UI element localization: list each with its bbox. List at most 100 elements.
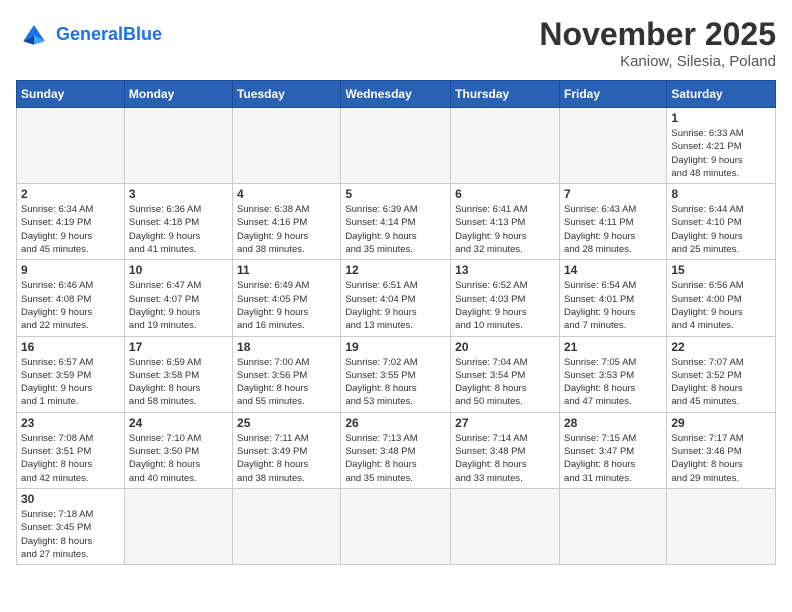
calendar-day-cell: 26 Sunrise: 7:13 AM Sunset: 3:48 PM Dayli… <box>341 412 451 488</box>
calendar-day-cell: 18Sunrise: 7:00 AM Sunset: 3:56 PM Dayli… <box>233 336 341 412</box>
weekday-header: Tuesday <box>233 81 341 108</box>
calendar-day-cell: 27 Sunrise: 7:14 AM Sunset: 3:48 PM Dayli… <box>451 412 560 488</box>
calendar-header-row: SundayMondayTuesdayWednesdayThursdayFrid… <box>17 81 776 108</box>
day-number: 20 <box>455 340 555 354</box>
logo-text: GeneralBlue <box>56 25 162 43</box>
calendar-day-cell <box>451 488 560 564</box>
day-number: 9 <box>21 263 120 277</box>
day-info: Sunrise: 7:07 AM Sunset: 3:52 PM Dayligh… <box>671 356 771 409</box>
calendar-day-cell: 29 Sunrise: 7:17 AM Sunset: 3:46 PM Dayli… <box>667 412 776 488</box>
day-number: 25 <box>237 416 336 430</box>
calendar-week-row: 16 Sunrise: 6:57 AM Sunset: 3:59 PM Dayli… <box>17 336 776 412</box>
calendar-day-cell: 21 Sunrise: 7:05 AM Sunset: 3:53 PM Dayli… <box>559 336 666 412</box>
day-info: Sunrise: 6:36 AM Sunset: 4:18 PM Dayligh… <box>129 203 228 256</box>
day-number: 21 <box>564 340 662 354</box>
calendar-day-cell: 8Sunrise: 6:44 AM Sunset: 4:10 PM Daylig… <box>667 184 776 260</box>
day-info: Sunrise: 6:39 AM Sunset: 4:14 PM Dayligh… <box>345 203 446 256</box>
day-number: 5 <box>345 187 446 201</box>
day-info: Sunrise: 7:00 AM Sunset: 3:56 PM Dayligh… <box>237 356 336 409</box>
location: Kaniow, Silesia, Poland <box>539 53 776 70</box>
day-info: Sunrise: 7:17 AM Sunset: 3:46 PM Dayligh… <box>671 432 771 485</box>
calendar-day-cell: 11 Sunrise: 6:49 AM Sunset: 4:05 PM Dayli… <box>233 260 341 336</box>
day-info: Sunrise: 6:52 AM Sunset: 4:03 PM Dayligh… <box>455 279 555 332</box>
weekday-header: Saturday <box>667 81 776 108</box>
day-info: Sunrise: 7:08 AM Sunset: 3:51 PM Dayligh… <box>21 432 120 485</box>
calendar-day-cell: 12 Sunrise: 6:51 AM Sunset: 4:04 PM Dayli… <box>341 260 451 336</box>
calendar-week-row: 23Sunrise: 7:08 AM Sunset: 3:51 PM Dayli… <box>17 412 776 488</box>
calendar-table: SundayMondayTuesdayWednesdayThursdayFrid… <box>16 80 776 565</box>
weekday-header: Sunday <box>17 81 125 108</box>
calendar-day-cell: 10Sunrise: 6:47 AM Sunset: 4:07 PM Dayli… <box>124 260 232 336</box>
calendar-day-cell: 30 Sunrise: 7:18 AM Sunset: 3:45 PM Dayli… <box>17 488 125 564</box>
day-number: 19 <box>345 340 446 354</box>
calendar-day-cell: 7 Sunrise: 6:43 AM Sunset: 4:11 PM Daylig… <box>559 184 666 260</box>
calendar-day-cell <box>667 488 776 564</box>
calendar-day-cell: 5 Sunrise: 6:39 AM Sunset: 4:14 PM Daylig… <box>341 184 451 260</box>
day-number: 29 <box>671 416 771 430</box>
day-number: 30 <box>21 492 120 506</box>
day-info: Sunrise: 6:49 AM Sunset: 4:05 PM Dayligh… <box>237 279 336 332</box>
day-number: 1 <box>671 111 771 125</box>
day-info: Sunrise: 6:43 AM Sunset: 4:11 PM Dayligh… <box>564 203 662 256</box>
calendar-day-cell: 13Sunrise: 6:52 AM Sunset: 4:03 PM Dayli… <box>451 260 560 336</box>
day-info: Sunrise: 7:04 AM Sunset: 3:54 PM Dayligh… <box>455 356 555 409</box>
day-info: Sunrise: 6:54 AM Sunset: 4:01 PM Dayligh… <box>564 279 662 332</box>
day-info: Sunrise: 6:44 AM Sunset: 4:10 PM Dayligh… <box>671 203 771 256</box>
calendar-day-cell: 16 Sunrise: 6:57 AM Sunset: 3:59 PM Dayli… <box>17 336 125 412</box>
calendar-day-cell: 23Sunrise: 7:08 AM Sunset: 3:51 PM Dayli… <box>17 412 125 488</box>
day-number: 2 <box>21 187 120 201</box>
day-number: 16 <box>21 340 120 354</box>
day-info: Sunrise: 6:59 AM Sunset: 3:58 PM Dayligh… <box>129 356 228 409</box>
calendar-day-cell <box>559 488 666 564</box>
day-number: 24 <box>129 416 228 430</box>
day-info: Sunrise: 7:14 AM Sunset: 3:48 PM Dayligh… <box>455 432 555 485</box>
day-info: Sunrise: 6:47 AM Sunset: 4:07 PM Dayligh… <box>129 279 228 332</box>
day-number: 11 <box>237 263 336 277</box>
calendar-day-cell <box>451 108 560 184</box>
calendar-day-cell: 4 Sunrise: 6:38 AM Sunset: 4:16 PM Daylig… <box>233 184 341 260</box>
calendar-day-cell <box>559 108 666 184</box>
weekday-header: Friday <box>559 81 666 108</box>
calendar-day-cell <box>124 108 232 184</box>
day-number: 26 <box>345 416 446 430</box>
calendar-day-cell: 17 Sunrise: 6:59 AM Sunset: 3:58 PM Dayli… <box>124 336 232 412</box>
day-info: Sunrise: 6:33 AM Sunset: 4:21 PM Dayligh… <box>671 127 771 180</box>
calendar-day-cell: 22Sunrise: 7:07 AM Sunset: 3:52 PM Dayli… <box>667 336 776 412</box>
weekday-header: Thursday <box>451 81 560 108</box>
calendar-day-cell: 20 Sunrise: 7:04 AM Sunset: 3:54 PM Dayli… <box>451 336 560 412</box>
calendar-week-row: 2 Sunrise: 6:34 AM Sunset: 4:19 PM Daylig… <box>17 184 776 260</box>
logo-blue: Blue <box>123 24 162 44</box>
day-info: Sunrise: 6:41 AM Sunset: 4:13 PM Dayligh… <box>455 203 555 256</box>
day-number: 12 <box>345 263 446 277</box>
day-info: Sunrise: 6:51 AM Sunset: 4:04 PM Dayligh… <box>345 279 446 332</box>
day-info: Sunrise: 7:18 AM Sunset: 3:45 PM Dayligh… <box>21 508 120 561</box>
day-info: Sunrise: 6:34 AM Sunset: 4:19 PM Dayligh… <box>21 203 120 256</box>
calendar-week-row: 9 Sunrise: 6:46 AM Sunset: 4:08 PM Daylig… <box>17 260 776 336</box>
day-number: 28 <box>564 416 662 430</box>
logo-icon <box>16 16 52 52</box>
calendar-day-cell: 28Sunrise: 7:15 AM Sunset: 3:47 PM Dayli… <box>559 412 666 488</box>
day-info: Sunrise: 6:38 AM Sunset: 4:16 PM Dayligh… <box>237 203 336 256</box>
calendar-day-cell: 19Sunrise: 7:02 AM Sunset: 3:55 PM Dayli… <box>341 336 451 412</box>
day-number: 6 <box>455 187 555 201</box>
day-number: 15 <box>671 263 771 277</box>
day-info: Sunrise: 7:13 AM Sunset: 3:48 PM Dayligh… <box>345 432 446 485</box>
day-number: 17 <box>129 340 228 354</box>
calendar-day-cell <box>233 108 341 184</box>
calendar-day-cell: 14 Sunrise: 6:54 AM Sunset: 4:01 PM Dayli… <box>559 260 666 336</box>
day-info: Sunrise: 6:46 AM Sunset: 4:08 PM Dayligh… <box>21 279 120 332</box>
day-number: 7 <box>564 187 662 201</box>
day-info: Sunrise: 6:57 AM Sunset: 3:59 PM Dayligh… <box>21 356 120 409</box>
day-info: Sunrise: 7:05 AM Sunset: 3:53 PM Dayligh… <box>564 356 662 409</box>
logo-general: General <box>56 24 123 44</box>
calendar-day-cell <box>124 488 232 564</box>
day-number: 27 <box>455 416 555 430</box>
weekday-header: Wednesday <box>341 81 451 108</box>
calendar-day-cell: 6 Sunrise: 6:41 AM Sunset: 4:13 PM Daylig… <box>451 184 560 260</box>
day-number: 14 <box>564 263 662 277</box>
weekday-header: Monday <box>124 81 232 108</box>
day-number: 4 <box>237 187 336 201</box>
month-title: November 2025 <box>539 16 776 53</box>
calendar-day-cell: 2 Sunrise: 6:34 AM Sunset: 4:19 PM Daylig… <box>17 184 125 260</box>
calendar-day-cell: 1 Sunrise: 6:33 AM Sunset: 4:21 PM Daylig… <box>667 108 776 184</box>
